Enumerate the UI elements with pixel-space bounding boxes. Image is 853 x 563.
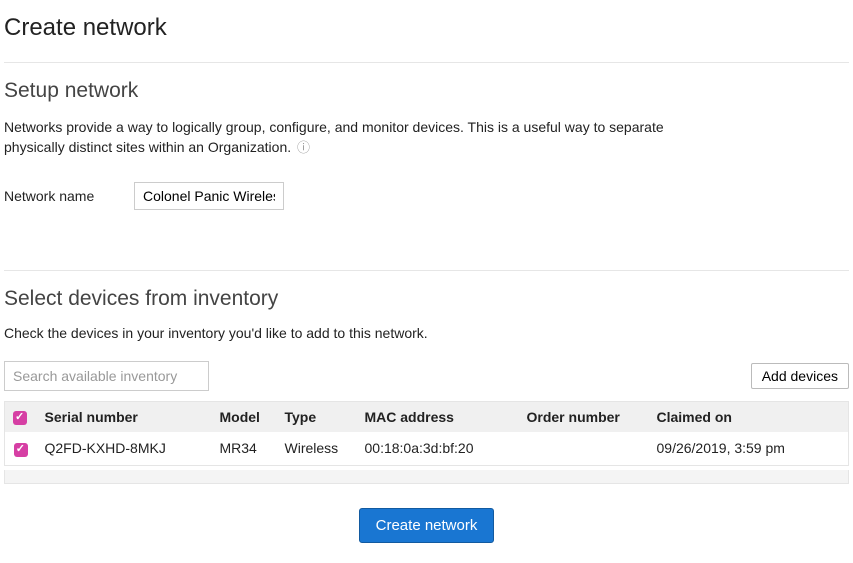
cell-order	[519, 432, 649, 465]
cell-serial: Q2FD-KXHD-8MKJ	[37, 432, 212, 465]
create-network-button[interactable]: Create network	[359, 508, 495, 543]
cell-mac: 00:18:0a:3d:bf:20	[357, 432, 519, 465]
select-all-checkbox[interactable]	[13, 411, 27, 425]
header-model[interactable]: Model	[212, 402, 277, 433]
cell-claimed: 09/26/2019, 3:59 pm	[649, 432, 849, 465]
table-footer-bar	[4, 470, 849, 484]
inventory-toolbar: Add devices	[4, 361, 849, 391]
network-name-input[interactable]	[134, 182, 284, 210]
search-inventory-input[interactable]	[4, 361, 209, 391]
setup-description-text: Networks provide a way to logically grou…	[4, 119, 664, 155]
row-checkbox[interactable]	[14, 443, 28, 457]
table-row[interactable]: Q2FD-KXHD-8MKJ MR34 Wireless 00:18:0a:3d…	[5, 432, 849, 465]
select-all-header	[5, 402, 37, 433]
header-claimed[interactable]: Claimed on	[649, 402, 849, 433]
add-devices-button[interactable]: Add devices	[751, 363, 849, 389]
row-check-cell	[5, 432, 37, 465]
select-devices-section: Select devices from inventory Check the …	[4, 270, 849, 543]
header-type[interactable]: Type	[277, 402, 357, 433]
device-table: Serial number Model Type MAC address Ord…	[4, 401, 849, 466]
cell-type: Wireless	[277, 432, 357, 465]
header-order[interactable]: Order number	[519, 402, 649, 433]
cell-model: MR34	[212, 432, 277, 465]
info-icon[interactable]: ⓘ	[297, 139, 310, 158]
inventory-description: Check the devices in your inventory you'…	[4, 325, 849, 341]
setup-network-section: Setup network Networks provide a way to …	[4, 62, 849, 210]
table-header-row: Serial number Model Type MAC address Ord…	[5, 402, 849, 433]
network-name-label: Network name	[4, 188, 134, 204]
network-name-row: Network name	[4, 182, 849, 210]
setup-description: Networks provide a way to logically grou…	[4, 117, 724, 158]
create-button-row: Create network	[4, 508, 849, 543]
setup-heading: Setup network	[4, 79, 849, 103]
page-title: Create network	[4, 14, 849, 42]
header-serial[interactable]: Serial number	[37, 402, 212, 433]
inventory-heading: Select devices from inventory	[4, 287, 849, 311]
header-mac[interactable]: MAC address	[357, 402, 519, 433]
